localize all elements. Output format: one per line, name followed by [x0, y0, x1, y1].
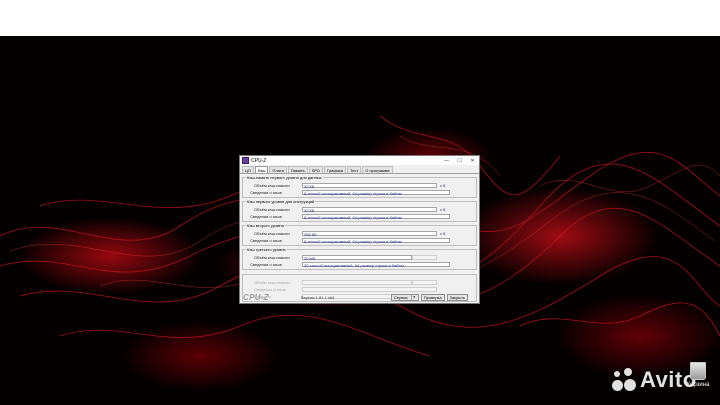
- recycle-bin-icon: [690, 362, 706, 380]
- tab-memory[interactable]: Память: [287, 166, 308, 173]
- cache-size-value: [302, 279, 412, 285]
- cache-size-label: Объём кэш-памяти: [254, 206, 290, 212]
- cache-size-value: 20 МБ: [302, 254, 412, 261]
- cache-desc-value: 8-способ ассоциативный, 64-размер строки…: [302, 213, 450, 220]
- minimize-button[interactable]: —: [440, 156, 453, 165]
- cache-size-label: Объём кэш-памяти: [254, 182, 290, 188]
- l1-instruction-cache-group: Кэш первого уровня для инструкций Объём …: [242, 199, 477, 222]
- l1-data-cache-group: Кэш-память первого уровня для данных Объ…: [242, 175, 477, 198]
- cache-ways: x 8: [440, 182, 446, 188]
- cache-desc-value: [302, 286, 437, 292]
- validate-button-label: Проверка: [423, 295, 442, 300]
- avito-logo-icon: [612, 368, 636, 392]
- tab-bar: ЦП Кэш Плата Память SPD Графика Тест О п…: [240, 166, 479, 174]
- tab-bench[interactable]: Тест: [346, 166, 362, 173]
- cache-size-value: 32 КБ: [302, 182, 437, 189]
- group-title: Кэш-память первого уровня для данных: [246, 175, 323, 180]
- cache-desc-label: Сведения о кэше: [254, 286, 286, 292]
- close-window-button[interactable]: ✕: [466, 156, 479, 165]
- cpuz-window: CPU-Z — ☐ ✕ ЦП Кэш Плата Память SPD Граф…: [239, 155, 480, 304]
- recycle-bin-shortcut[interactable]: Корзина: [683, 362, 713, 388]
- cache-size-label: Объём кэш-памяти: [254, 279, 290, 285]
- tools-dropdown-button[interactable]: Сервис ▼: [391, 294, 419, 301]
- cache-ways: x 8: [440, 206, 446, 212]
- cache-desc-value: 8-способ ассоциативный, 64-размер строки…: [302, 237, 450, 244]
- dropdown-arrow-icon: ▼: [410, 294, 416, 301]
- window-title: CPU-Z: [251, 157, 267, 164]
- cache-desc-value: 8-способ ассоциативный, 64-размер строки…: [302, 189, 450, 196]
- cache-desc-label: Сведения о кэше: [250, 213, 282, 219]
- close-button[interactable]: Закрыть: [446, 294, 469, 301]
- l3-cache-group: Кэш третьего уровня Объём кэш-памяти 20 …: [242, 247, 477, 270]
- tab-mainboard[interactable]: Плата: [269, 166, 287, 173]
- cpuz-app-icon: [242, 157, 249, 164]
- cpuz-logo: CPU-Z: [243, 293, 269, 302]
- tab-cache[interactable]: Кэш: [254, 166, 269, 173]
- window-controls: — ☐ ✕: [440, 156, 479, 165]
- l2-cache-group: Кэш второго уровня Объём кэш-памяти 256 …: [242, 223, 477, 246]
- top-white-band: [0, 0, 720, 36]
- cache-size-label: Объём кэш-памяти: [254, 230, 290, 236]
- window-titlebar[interactable]: CPU-Z — ☐ ✕: [240, 156, 479, 165]
- maximize-button[interactable]: ☐: [453, 156, 466, 165]
- cache-desc-value: 20-способ ассоциативный, 64-размер строк…: [302, 261, 450, 268]
- group-title: Кэш третьего уровня: [246, 247, 287, 252]
- group-title: Кэш первого уровня для инструкций: [246, 199, 316, 204]
- cache-ways-empty: [412, 254, 437, 260]
- cache-desc-label: Сведения о кэше: [250, 261, 282, 267]
- close-button-label: Закрыть: [449, 295, 466, 300]
- recycle-bin-label: Корзина: [686, 382, 710, 388]
- tab-spd[interactable]: SPD: [308, 166, 323, 173]
- group-title: Кэш второго уровня: [246, 223, 285, 228]
- cache-size-label: Объём кэш-памяти: [254, 254, 290, 260]
- tab-about[interactable]: О программе: [362, 166, 393, 173]
- window-footer: CPU-Z Версия 1.81.1.x64 Сервис ▼ Проверк…: [240, 292, 479, 303]
- validate-button[interactable]: Проверка: [420, 294, 445, 301]
- tab-graphics[interactable]: Графика: [323, 166, 346, 173]
- cache-panel: Кэш-память первого уровня для данных Объ…: [242, 175, 477, 302]
- cache-desc-label: Сведения о кэше: [250, 237, 282, 243]
- cache-ways-empty: [412, 279, 437, 285]
- version-label: Версия 1.81.1.x64: [301, 295, 335, 300]
- tools-button-label: Сервис: [394, 295, 408, 300]
- cache-size-value: 32 КБ: [302, 206, 437, 213]
- cache-size-value: 256 КБ: [302, 230, 437, 237]
- cache-desc-label: Сведения о кэше: [250, 189, 282, 195]
- tab-cpu[interactable]: ЦП: [242, 166, 254, 173]
- cache-ways: x 8: [440, 230, 446, 236]
